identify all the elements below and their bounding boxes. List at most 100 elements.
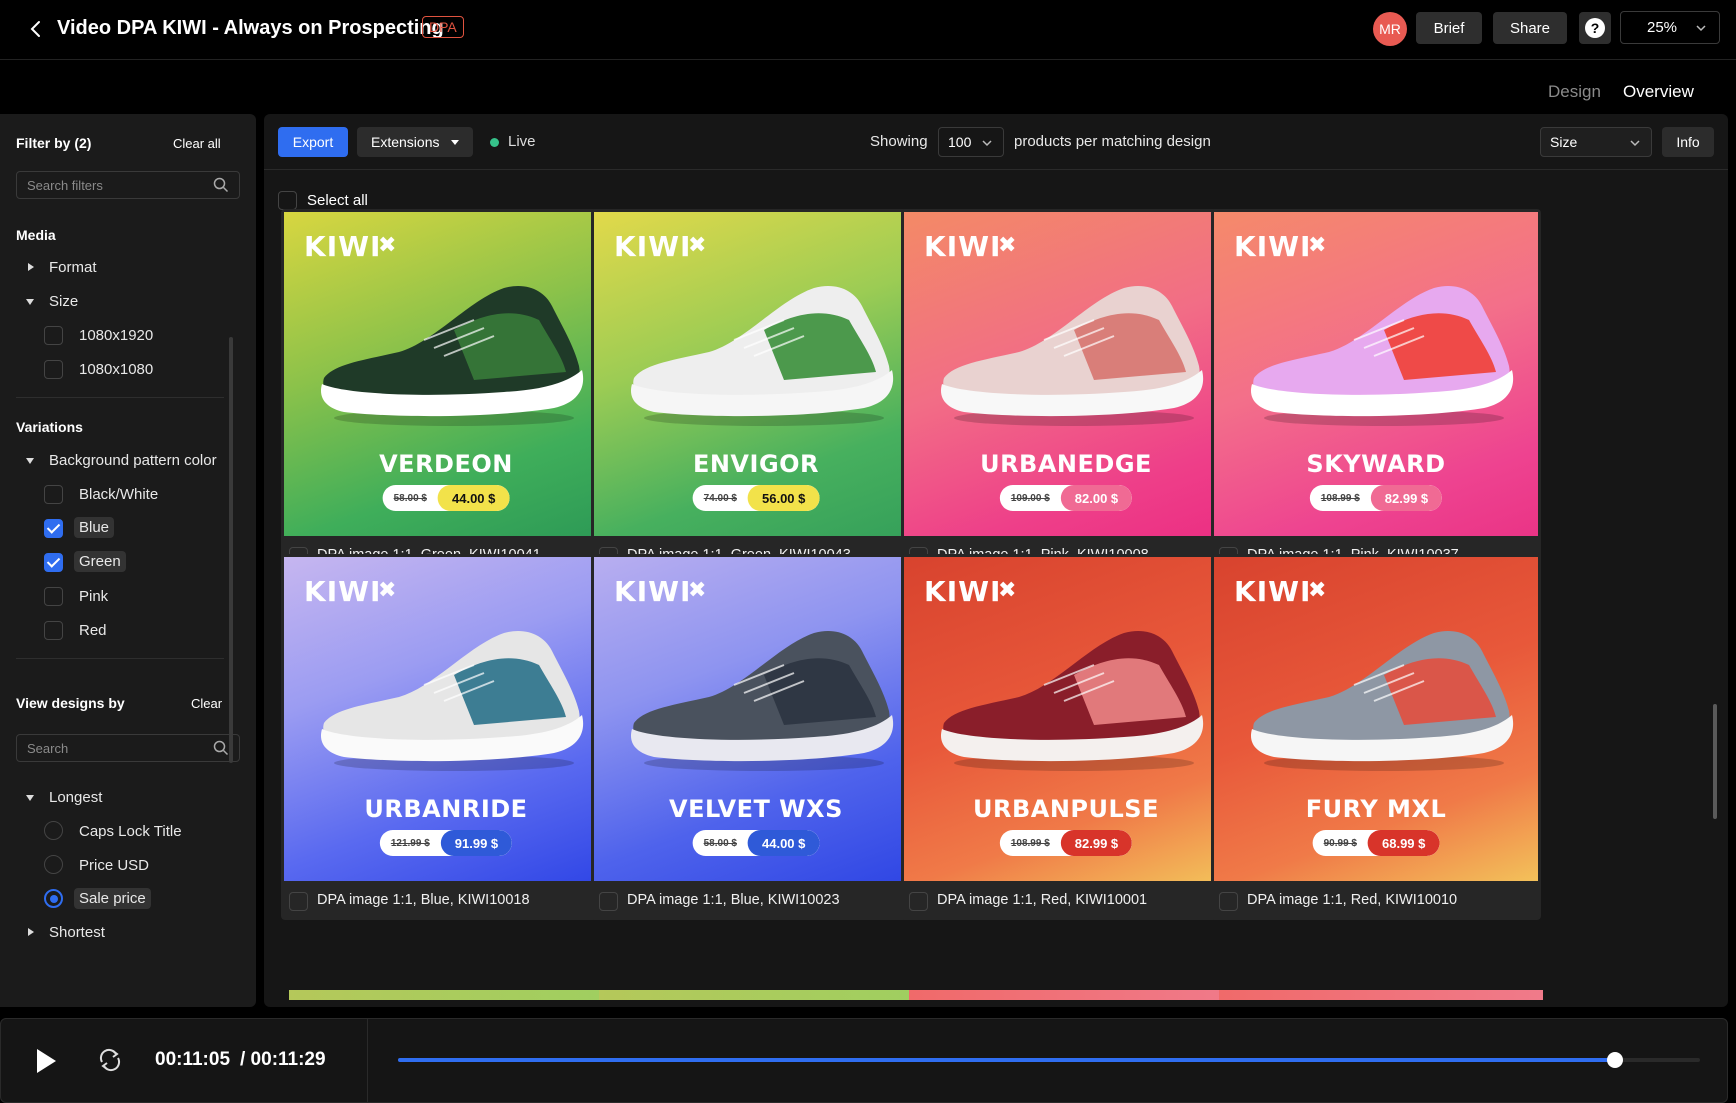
original-price: 58.00 $ [703, 837, 737, 849]
background-pattern-group[interactable]: Background pattern color [26, 452, 249, 469]
brand-logo: KIWI [924, 230, 1002, 263]
live-status: Live [508, 133, 536, 150]
partial-card-preview [909, 990, 1233, 1000]
tab-overview[interactable]: Overview [1623, 82, 1694, 102]
product-count-value: 100 [948, 134, 972, 150]
design-preview-image[interactable]: KIWI ✖ URBANRIDE 121.99 $ 91.99 $ [284, 557, 608, 881]
share-button[interactable]: Share [1493, 12, 1567, 44]
logo-mark-icon: ✖ [1308, 577, 1327, 602]
logo-mark-icon: ✖ [378, 232, 397, 257]
design-card[interactable]: KIWI✖SKYWARD108.99 $82.99 $DPA image 1:1… [1211, 209, 1541, 575]
sneaker-image [320, 286, 584, 426]
partial-card-preview [599, 990, 923, 1000]
original-price: 109.00 $ [1010, 492, 1050, 504]
zoom-value: 25% [1647, 19, 1678, 36]
sneaker-image [630, 286, 894, 426]
design-preview-image[interactable]: KIWI ✖ VERDEON 58.00 $ 44.00 $ [284, 212, 608, 536]
design-preview-image[interactable]: KIWI ✖ URBANEDGE 109.00 $ 82.00 $ [904, 212, 1228, 536]
size-select[interactable]: Size [1540, 127, 1652, 157]
shortest-group[interactable]: Shortest [28, 924, 105, 941]
price-tag: 108.99 $ 82.99 $ [1309, 485, 1443, 511]
play-icon[interactable] [37, 1049, 56, 1073]
longest-option-label: Caps Lock Title [79, 823, 182, 840]
sidebar-scrollbar[interactable] [229, 337, 233, 763]
logo-mark-icon: ✖ [998, 577, 1017, 602]
size-checkbox[interactable] [44, 360, 63, 379]
tab-design[interactable]: Design [1548, 82, 1601, 102]
card-checkbox[interactable] [289, 892, 308, 911]
price-tag: 58.00 $ 44.00 $ [382, 485, 510, 511]
product-name: URBANRIDE [364, 795, 528, 823]
export-button[interactable]: Export [278, 127, 348, 157]
total-time: / 00:11:29 [240, 1049, 326, 1070]
color-option-label: Pink [79, 588, 109, 605]
sale-price: 44.00 $ [438, 485, 510, 511]
clear-all-button[interactable]: Clear all [173, 136, 221, 151]
dpa-badge: DPA [422, 16, 464, 38]
format-group[interactable]: Format [28, 259, 97, 276]
help-icon: ? [1585, 18, 1605, 38]
original-price: 90.99 $ [1323, 837, 1357, 849]
help-button[interactable]: ? [1579, 12, 1611, 44]
card-checkbox[interactable] [1219, 892, 1238, 911]
chevron-down-icon [982, 140, 992, 147]
size-group[interactable]: Size [26, 293, 78, 310]
back-arrow-icon[interactable] [24, 17, 48, 41]
extensions-button[interactable]: Extensions [357, 127, 473, 157]
size-checkbox[interactable] [44, 326, 63, 345]
design-card[interactable]: KIWI✖VERDEON58.00 $44.00 $DPA image 1:1,… [281, 209, 611, 575]
product-name: VELVET WXS [669, 795, 843, 823]
showing-label: Showing [870, 133, 928, 150]
view-designs-title: View designs by [16, 695, 125, 711]
longest-label: Longest [49, 789, 103, 806]
zoom-select[interactable]: 25% [1620, 11, 1720, 44]
product-name: VERDEON [379, 450, 513, 478]
progress-handle[interactable] [1607, 1052, 1624, 1068]
sale-price: 68.99 $ [1368, 830, 1440, 856]
card-checkbox[interactable] [599, 892, 618, 911]
section-divider [16, 658, 224, 659]
brief-button[interactable]: Brief [1416, 12, 1482, 44]
view-search-input[interactable]: Search [16, 734, 240, 762]
logo-mark-icon: ✖ [688, 577, 707, 602]
option-radio[interactable] [44, 821, 63, 840]
progress-track[interactable] [398, 1052, 1700, 1068]
longest-option-label: Price USD [79, 857, 150, 874]
logo-mark-icon: ✖ [998, 232, 1017, 257]
size-label: Size [49, 293, 79, 310]
brand-logo: KIWI [304, 230, 382, 263]
longest-group[interactable]: Longest [26, 789, 102, 806]
option-radio-selected[interactable] [44, 889, 63, 908]
product-name: FURY MXL [1305, 795, 1447, 823]
grid-scrollbar[interactable] [1713, 704, 1717, 819]
current-time: 00:11:05 [155, 1049, 231, 1070]
user-avatar[interactable]: MR [1373, 12, 1407, 46]
design-preview-image[interactable]: KIWI ✖ URBANPULSE 108.99 $ 82.99 $ [904, 557, 1228, 881]
select-all-checkbox[interactable] [278, 191, 297, 210]
option-radio[interactable] [44, 855, 63, 874]
per-design-label: products per matching design [1014, 133, 1211, 150]
color-checkbox[interactable] [44, 587, 63, 606]
design-card[interactable]: KIWI✖URBANEDGE109.00 $82.00 $DPA image 1… [901, 209, 1231, 575]
longest-option-label: Sale price [74, 888, 151, 909]
color-option-label: Red [79, 622, 107, 639]
color-checkbox[interactable] [44, 621, 63, 640]
design-preview-image[interactable]: KIWI ✖ FURY MXL 90.99 $ 68.99 $ [1214, 557, 1538, 881]
design-preview-image[interactable]: KIWI ✖ ENVIGOR 74.00 $ 56.00 $ [594, 212, 918, 536]
product-count-select[interactable]: 100 [938, 127, 1004, 157]
card-checkbox[interactable] [909, 892, 928, 911]
color-checkbox-checked[interactable] [44, 519, 63, 538]
loop-icon[interactable] [95, 1045, 125, 1075]
search-filters-input[interactable]: Search filters [16, 171, 240, 199]
design-card[interactable]: KIWI ✖ VELVET WXS 58.00 $ 44.00 $ DPA image 1… [591, 554, 921, 920]
design-card[interactable]: KIWI ✖ FURY MXL 90.99 $ 68.99 $ DPA image 1:1… [1211, 554, 1541, 920]
design-card[interactable]: KIWI✖ENVIGOR74.00 $56.00 $DPA image 1:1,… [591, 209, 921, 575]
color-checkbox-checked[interactable] [44, 553, 63, 572]
design-preview-image[interactable]: KIWI ✖ SKYWARD 108.99 $ 82.99 $ [1214, 212, 1538, 536]
design-card[interactable]: KIWI ✖ URBANPULSE 108.99 $ 82.99 $ DPA image … [901, 554, 1231, 920]
design-preview-image[interactable]: KIWI ✖ VELVET WXS 58.00 $ 44.00 $ [594, 557, 918, 881]
info-button[interactable]: Info [1662, 127, 1714, 157]
color-checkbox[interactable] [44, 485, 63, 504]
design-card[interactable]: KIWI ✖ URBANRIDE 121.99 $ 91.99 $ DPA image 1… [281, 554, 611, 920]
view-clear-button[interactable]: Clear [191, 696, 222, 711]
